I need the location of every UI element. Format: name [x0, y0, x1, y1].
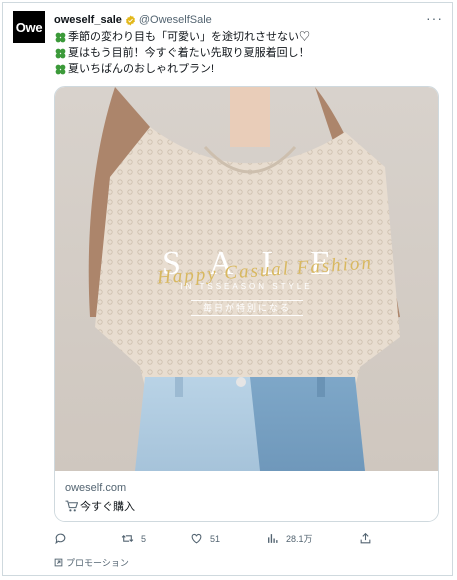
clover-icon	[55, 64, 66, 74]
buy-now-label: 今すぐ購入	[80, 501, 135, 513]
tweet-line-text: 季節の変わり目も「可愛い」を途切れさせない♡	[68, 31, 310, 43]
reply-icon	[55, 533, 66, 545]
clover-icon	[55, 48, 66, 58]
tweet-line-text: 夏はもう目前！今すぐ着たい先取り夏服着回し！	[68, 47, 310, 59]
reply-button[interactable]	[54, 532, 74, 545]
like-button[interactable]: 51	[190, 532, 220, 545]
tweet-line: 季節の変わり目も「可愛い」を途切れさせない♡	[54, 29, 310, 45]
like-count: 51	[210, 533, 221, 544]
cart-icon	[65, 500, 78, 512]
tweet-line: 夏いちばんのおしゃれプラン!	[54, 61, 310, 77]
card-footer[interactable]: oweself.com 今すぐ購入	[55, 471, 438, 521]
tweet-line-text: 夏いちばんのおしゃれプラン!	[68, 63, 215, 75]
retweet-icon	[121, 535, 134, 542]
card-domain[interactable]: oweself.com	[65, 482, 126, 494]
banner-text: 毎日が特別になる	[191, 300, 303, 316]
promoted-text: プロモーション	[66, 558, 129, 568]
season-text: IN TSSEASON STYLE	[180, 282, 313, 291]
views-button[interactable]: 28.1万	[266, 532, 313, 545]
avatar[interactable]: Owe	[13, 11, 45, 43]
views-icon	[268, 534, 278, 543]
handle[interactable]: @OweselfSale	[139, 14, 212, 26]
display-name[interactable]: oweself_sale	[54, 14, 122, 26]
clover-icon	[55, 32, 66, 42]
tweet-header: oweself_sale @OweselfSale	[54, 12, 212, 28]
link-card[interactable]: SALE Happy Casual Fashion IN TSSEASON ST…	[54, 86, 439, 522]
more-options-icon[interactable]: ···	[426, 10, 443, 26]
promoted-label[interactable]: プロモーション	[54, 556, 129, 569]
tweet-line: 夏はもう目前！今すぐ着たい先取り夏服着回し！	[54, 45, 310, 61]
share-button[interactable]	[359, 532, 372, 545]
retweet-button[interactable]: 5	[121, 532, 146, 545]
tweet-text: 季節の変わり目も「可愛い」を途切れさせない♡ 夏はもう目前！今すぐ着たい先取り夏…	[54, 29, 310, 77]
verified-badge-icon	[125, 14, 135, 26]
retweet-count: 5	[141, 533, 147, 544]
heart-icon	[191, 533, 202, 544]
promoted-icon	[54, 558, 63, 567]
buy-now-link[interactable]: 今すぐ購入	[65, 498, 135, 514]
views-count: 28.1万	[286, 534, 313, 544]
action-bar: 5 51 28.1万	[54, 532, 439, 548]
share-icon	[360, 532, 371, 544]
